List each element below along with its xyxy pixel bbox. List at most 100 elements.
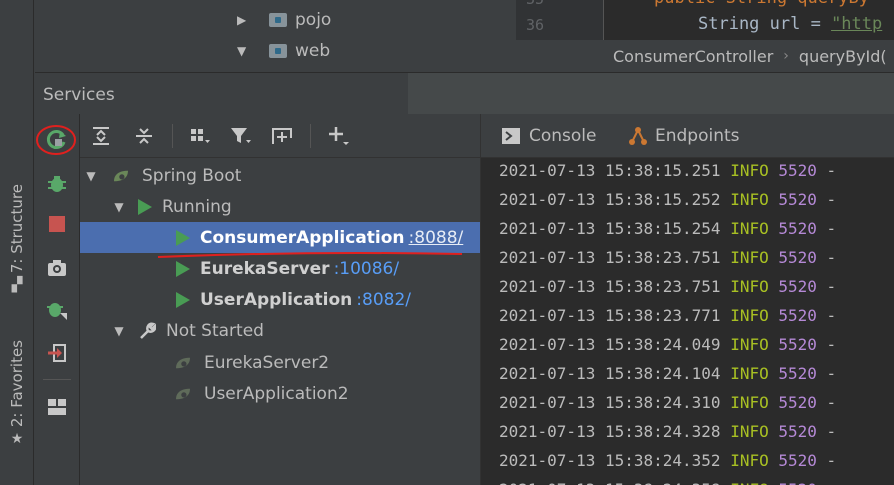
- exit-button[interactable]: [44, 340, 70, 366]
- attach-debugger-button[interactable]: [44, 297, 70, 323]
- log-timestamp: 2021-07-13 15:38:24.049: [499, 335, 721, 354]
- log-line: 2021-07-13 15:38:23.771 INFO 5520 -: [499, 306, 836, 325]
- structure-tool-tab[interactable]: 7: Structure ▞: [4, 184, 30, 293]
- header-empty-area: [408, 73, 894, 115]
- tree-node-eureka-server2[interactable]: EurekaServer2: [80, 347, 480, 378]
- tree-node-not-started[interactable]: ▼ Not Started: [80, 315, 480, 346]
- port-link[interactable]: :10086/: [334, 259, 400, 279]
- structure-icon: ▞: [11, 277, 23, 294]
- code-line-35: public String queryBy: [654, 0, 869, 8]
- log-level: INFO: [730, 364, 769, 383]
- log-separator: -: [826, 190, 837, 209]
- log-timestamp: 2021-07-13 15:38:15.251: [499, 161, 721, 180]
- log-timestamp: 2021-07-13 15:38:24.328: [499, 422, 721, 441]
- snapshot-button[interactable]: [44, 255, 70, 281]
- console-panel: Console Endpoints 2021-07-13 15:38:15.25…: [480, 114, 894, 485]
- tab-label: Endpoints: [655, 126, 740, 146]
- log-timestamp: 2021-07-13 15:38:23.751: [499, 277, 721, 296]
- log-line: 2021-07-13 15:38:24.310 INFO 5520 -: [499, 393, 836, 412]
- log-line: 2021-07-13 15:38:24.328 INFO 5520 -: [499, 422, 836, 441]
- console-icon: [502, 128, 520, 144]
- log-level: INFO: [730, 219, 769, 238]
- log-pid: 5520: [778, 335, 817, 354]
- tree-node-user-application2[interactable]: UserApplication2: [80, 378, 480, 409]
- filter-button[interactable]: [228, 123, 254, 149]
- service-name: UserApplication: [200, 289, 353, 310]
- debug-button[interactable]: [44, 171, 70, 197]
- layout-icon: [48, 399, 66, 415]
- log-separator: -: [826, 219, 837, 238]
- log-timestamp: 2021-07-13 15:38:23.771: [499, 306, 721, 325]
- log-level: INFO: [730, 190, 769, 209]
- tree-node-label: Running: [162, 196, 232, 217]
- log-separator: -: [826, 335, 837, 354]
- chevron-down-icon[interactable]: ▼: [80, 169, 102, 183]
- log-level: INFO: [730, 161, 769, 180]
- breadcrumb: ConsumerController › queryById(: [516, 40, 894, 72]
- code-editor[interactable]: 35 36 public String queryBy String url =…: [516, 0, 894, 72]
- log-line: 2021-07-13 15:38:24.104 INFO 5520 -: [499, 364, 836, 383]
- chevron-down-icon[interactable]: ▼: [108, 200, 130, 214]
- log-separator: -: [826, 161, 837, 180]
- log-level: INFO: [730, 451, 769, 470]
- log-line: 2021-07-13 15:38:15.254 INFO 5520 -: [499, 219, 836, 238]
- tree-node-spring-boot[interactable]: ▼ Spring Boot: [80, 160, 480, 191]
- favorites-tool-tab[interactable]: 2: Favorites ★: [4, 340, 30, 447]
- collapse-all-icon: [136, 128, 152, 144]
- tree-node-user-application[interactable]: UserApplication :8082/: [80, 284, 480, 315]
- log-level: INFO: [730, 306, 769, 325]
- project-item-label: web: [295, 41, 331, 61]
- services-title: Services: [43, 85, 115, 105]
- log-timestamp: 2021-07-13 15:38:15.254: [499, 219, 721, 238]
- chevron-right-icon[interactable]: ▶: [237, 13, 257, 27]
- tab-label: Console: [529, 126, 597, 146]
- log-level: INFO: [730, 335, 769, 354]
- log-line: 2021-07-13 15:38:24.049 INFO 5520 -: [499, 335, 836, 354]
- log-line: 2021-07-13 15:38:23.751 INFO 5520 -: [499, 248, 836, 267]
- breadcrumb-method[interactable]: queryById(: [799, 47, 887, 66]
- expand-all-button[interactable]: [88, 123, 114, 149]
- chevron-down-icon[interactable]: ▼: [237, 44, 257, 58]
- editor-gutter: 35 36: [516, 0, 604, 44]
- log-pid: 5520: [778, 364, 817, 383]
- line-number: 35: [526, 0, 544, 8]
- tree-node-consumer-application[interactable]: ConsumerApplication :8088/: [80, 222, 480, 253]
- layout-button[interactable]: [44, 394, 70, 420]
- rerun-button[interactable]: [36, 125, 76, 155]
- tree-node-label: EurekaServer2: [204, 352, 330, 373]
- tree-node-running[interactable]: ▼ Running: [80, 191, 480, 222]
- log-line: 2021-07-13 15:38:15.251 INFO 5520 -: [499, 161, 836, 180]
- tree-node-eureka-server[interactable]: EurekaServer :10086/: [80, 253, 480, 284]
- log-pid: 5520: [778, 451, 817, 470]
- log-pid: 5520: [778, 480, 817, 485]
- log-pid: 5520: [778, 248, 817, 267]
- log-line: 2021-07-13 15:38:24.358 INFO 5520 -: [499, 480, 836, 485]
- stop-button[interactable]: [44, 211, 70, 237]
- tab-endpoints[interactable]: Endpoints: [627, 114, 740, 158]
- chevron-down-icon[interactable]: ▼: [108, 324, 130, 338]
- port-link[interactable]: :8088/: [409, 228, 464, 248]
- group-by-icon: [191, 129, 210, 143]
- add-service-button[interactable]: [326, 123, 352, 149]
- log-pid: 5520: [778, 219, 817, 238]
- service-name: ConsumerApplication: [200, 227, 405, 248]
- log-timestamp: 2021-07-13 15:38:15.252: [499, 190, 721, 209]
- line-number: 36: [526, 16, 545, 34]
- new-service-group-button[interactable]: [269, 123, 295, 149]
- run-icon: [176, 260, 190, 277]
- project-item-pojo[interactable]: ▶ pojo: [237, 6, 331, 34]
- port-link[interactable]: :8082/: [356, 290, 411, 310]
- collapse-all-button[interactable]: [131, 123, 157, 149]
- console-tab-bar: Console Endpoints: [481, 114, 894, 158]
- group-by-button[interactable]: [187, 123, 213, 149]
- left-tool-strip: 7: Structure ▞ 2: Favorites ★: [0, 0, 34, 485]
- log-pid: 5520: [778, 161, 817, 180]
- project-item-web[interactable]: ▼ web: [237, 37, 330, 65]
- log-level: INFO: [730, 422, 769, 441]
- log-separator: -: [826, 248, 837, 267]
- services-tree-toolbar: [80, 114, 480, 158]
- breadcrumb-class[interactable]: ConsumerController: [613, 47, 773, 66]
- tab-console[interactable]: Console: [501, 114, 597, 158]
- log-separator: -: [826, 364, 837, 383]
- log-separator: -: [827, 480, 837, 485]
